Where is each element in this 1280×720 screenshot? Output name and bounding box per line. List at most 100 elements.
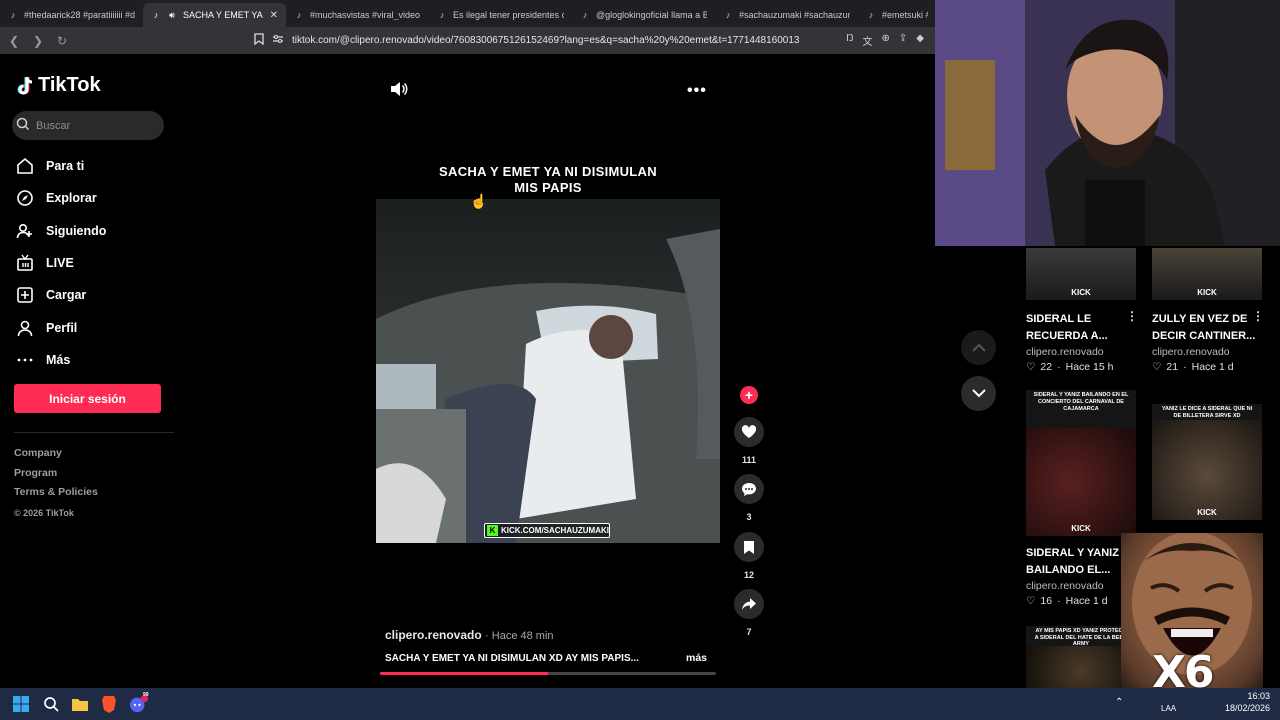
thumb-kick-label: KICK <box>1197 508 1217 517</box>
volume-icon[interactable] <box>390 81 408 97</box>
browser-tab[interactable]: ♪ #muchasvistas #viral_video #p <box>286 3 429 27</box>
related-title[interactable]: ZULLY EN VEZ DE DECIR CANTINER... <box>1152 311 1262 344</box>
share-page-icon[interactable]: ⇪ <box>899 33 907 48</box>
back-icon[interactable]: ❮ <box>4 31 24 51</box>
related-author[interactable]: clipero.renovado <box>1026 346 1104 358</box>
sidebar-item-cargar[interactable]: Cargar <box>16 279 176 311</box>
brave-browser-icon[interactable] <box>99 694 119 714</box>
file-explorer-icon[interactable] <box>70 694 90 714</box>
video-progress-bar[interactable] <box>380 672 716 675</box>
browser-tab[interactable]: ♪ @glogl​okingoficial llama a Bu <box>572 3 715 27</box>
thumb-overlay-text: YANIZ LE DICE A SIDERAL QUE NI DE BILLET… <box>1161 406 1253 419</box>
author-name[interactable]: clipero.renovado <box>385 628 482 642</box>
browser-tab-active[interactable]: ♪ 🔊︎ SACHA Y EMET YA NI D ✕ <box>143 3 286 27</box>
related-stats: ♡ 22 · Hace 15 h <box>1026 361 1113 373</box>
save-count: 12 <box>743 570 754 580</box>
sidebar-item-label: Explorar <box>46 191 97 206</box>
close-tab-icon[interactable]: ✕ <box>270 10 278 21</box>
related-author[interactable]: clipero.renovado <box>1026 580 1104 592</box>
zoom-icon[interactable]: ⊕ <box>882 33 890 48</box>
kick-stream-tag: K KICK.COM/SACHAUZUMAKI <box>484 523 610 538</box>
related-title[interactable]: SIDERAL LE RECUERDA A... <box>1026 311 1126 344</box>
footer-link-company[interactable]: Company <box>14 444 98 464</box>
bullet: · <box>1183 361 1187 373</box>
compass-icon <box>16 189 34 207</box>
related-author[interactable]: clipero.renovado <box>1152 346 1230 358</box>
reader-off-icon[interactable]: Ŋ <box>846 33 853 48</box>
related-title[interactable]: SIDERAL Y YANIZ BAILANDO EL... <box>1026 545 1126 578</box>
share-button[interactable] <box>734 589 764 619</box>
taskbar-search-icon[interactable] <box>41 694 61 714</box>
home-icon <box>16 157 34 175</box>
url-field[interactable]: tiktok.com/@clipero.renovado/video/76083… <box>292 35 838 46</box>
webcam-image <box>935 0 1280 246</box>
profile-icon <box>16 319 34 337</box>
video-caption-overlay: SACHA Y EMET YA NI DISIMULAN MIS PAPIS <box>376 164 720 196</box>
caption-line-1: SACHA Y EMET YA NI DISIMULAN <box>439 164 657 179</box>
kick-logo-icon: K <box>487 525 498 536</box>
forward-icon[interactable]: ❯ <box>28 31 48 51</box>
sidebar-item-explorar[interactable]: Explorar <box>16 182 176 214</box>
clock-date: 18/02/2026 <box>1224 703 1270 713</box>
related-time: Hace 1 d <box>1065 595 1108 607</box>
thumb-overlay-text: AY MIS PAPIS XD YANIZ PROTEGE A SIDERAL … <box>1034 628 1128 647</box>
related-thumb[interactable]: YANIZ LE DICE A SIDERAL QUE NI DE BILLET… <box>1152 404 1262 520</box>
sidebar-item-perfil[interactable]: Perfil <box>16 311 176 343</box>
sidebar-item-siguiendo[interactable]: Siguiendo <box>16 215 176 247</box>
sidebar-item-label: Cargar <box>46 288 87 303</box>
bookmark-icon <box>744 540 754 554</box>
related-thumb[interactable]: KICK <box>1152 248 1262 300</box>
save-button[interactable] <box>734 532 764 562</box>
copyright-text: © 2026 TikTok <box>14 507 74 518</box>
like-button[interactable] <box>734 417 764 447</box>
windows-start-icon[interactable] <box>11 694 31 714</box>
related-more-icon[interactable]: ⋮ <box>1126 309 1138 323</box>
tray-chevron-icon[interactable]: ⌃ <box>1115 697 1123 708</box>
reload-icon[interactable]: ↻ <box>52 31 72 51</box>
video-frame-image <box>376 199 720 543</box>
thumb-kick-label: KICK <box>1071 288 1091 297</box>
tab-title: @glogl​okingoficial llama a Bu <box>596 10 707 20</box>
next-video-button[interactable] <box>961 376 996 411</box>
tiktok-favicon-icon: ♪ <box>153 10 159 20</box>
keyboard-language[interactable]: LAA <box>1161 704 1176 713</box>
more-link[interactable]: más <box>686 652 707 664</box>
browser-tab[interactable]: ♪ #thedaarick28 #parati​iiiiii #daa <box>0 3 143 27</box>
related-thumb[interactable]: SIDERAL Y YANIZ BAILANDO EN EL CONCIERTO… <box>1026 390 1136 536</box>
mouse-cursor-icon: ☝ <box>470 193 488 209</box>
brave-shield-icon[interactable]: ◆ <box>916 33 924 48</box>
search-placeholder: Buscar <box>36 119 71 132</box>
tab-title: SACHA Y EMET YA NI D <box>183 10 264 20</box>
tiktok-favicon-icon: ♪ <box>439 10 445 20</box>
footer-link-program[interactable]: Program <box>14 464 98 484</box>
follow-plus-button[interactable]: + <box>740 386 758 404</box>
chevron-up-icon <box>971 343 986 352</box>
sidebar-item-mas[interactable]: Más <box>16 344 176 376</box>
site-info-icon[interactable] <box>272 34 284 47</box>
login-button[interactable]: Iniciar sesión <box>14 384 161 413</box>
footer-link-terms[interactable]: Terms & Policies <box>14 483 98 503</box>
system-clock[interactable]: 16:03 18/02/2026 <box>1225 690 1270 714</box>
browser-tab-bar: ♪ #thedaarick28 #parati​iiiiii #daa ♪ 🔊︎ SA… <box>0 0 936 27</box>
video-player[interactable] <box>376 199 720 543</box>
video-options-icon[interactable]: ••• <box>687 82 707 100</box>
previous-video-button[interactable] <box>961 330 996 365</box>
bullet: · <box>1057 361 1061 373</box>
clock-time: 16:03 <box>1247 691 1270 701</box>
sidebar-item-live[interactable]: LIVE <box>16 247 176 279</box>
browser-tab[interactable]: ♪ #emetsuki #sac <box>858 3 936 27</box>
bookmark-icon[interactable] <box>254 33 264 48</box>
related-stats: ♡ 21 · Hace 1 d <box>1152 361 1234 373</box>
translate-icon[interactable]: 文 <box>863 33 873 48</box>
comment-button[interactable] <box>734 474 764 504</box>
tab-title: #emetsuki #sac <box>882 10 928 20</box>
heart-outline-icon: ♡ <box>1152 361 1162 373</box>
browser-tab[interactable]: ♪ Es ilegal tener presidentes con <box>429 3 572 27</box>
related-thumb[interactable]: KICK <box>1026 248 1136 300</box>
related-more-icon[interactable]: ⋮ <box>1252 309 1264 323</box>
related-thumb[interactable]: AY MIS PAPIS XD YANIZ PROTEGE A SIDERAL … <box>1026 626 1136 688</box>
search-input[interactable]: Buscar <box>12 111 164 140</box>
tiktok-logo[interactable]: TikTok <box>16 74 101 97</box>
browser-tab[interactable]: ♪ #sachauzumaki #sachauzumak <box>715 3 858 27</box>
sidebar-item-para-ti[interactable]: Para ti <box>16 150 176 182</box>
